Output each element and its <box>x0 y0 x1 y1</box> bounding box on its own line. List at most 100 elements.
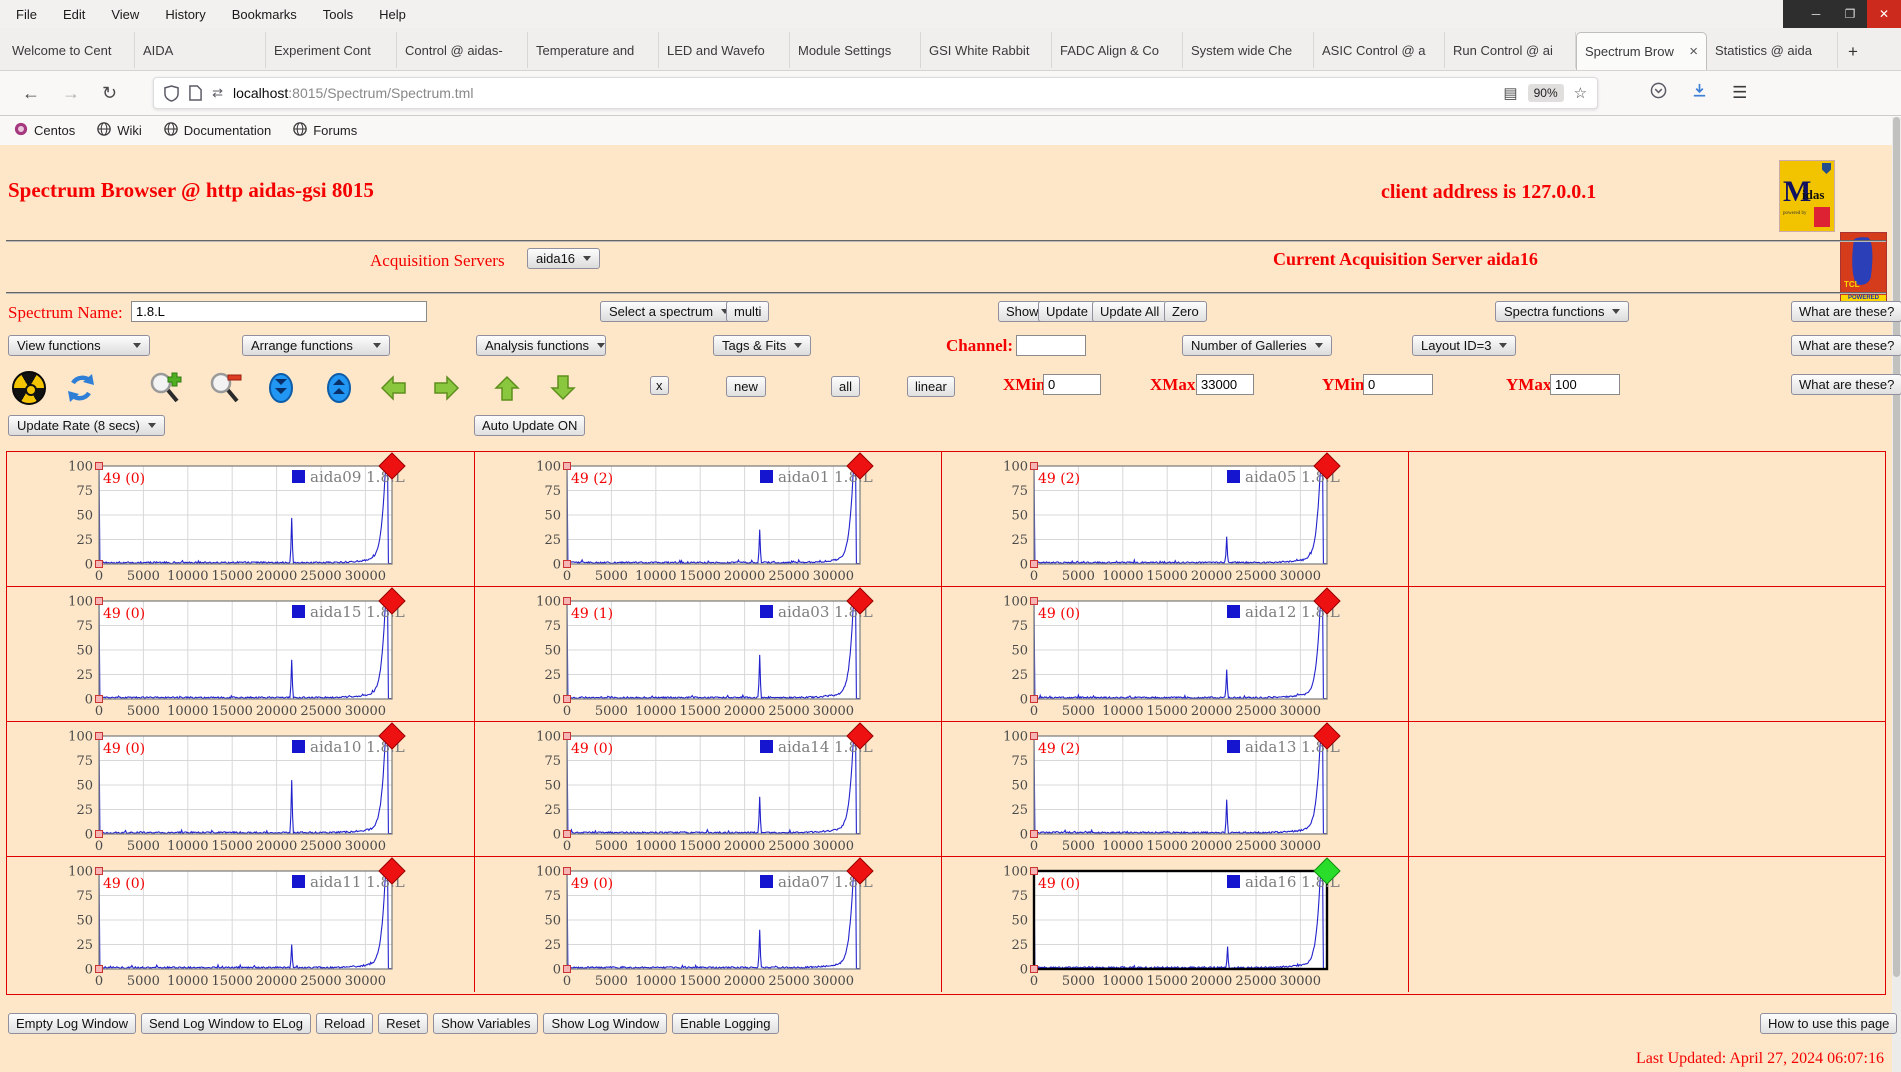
empty-log-window-button[interactable]: Empty Log Window <box>8 1013 136 1034</box>
reset-button[interactable]: Reset <box>378 1013 429 1034</box>
scrollbar[interactable] <box>1892 117 1901 1072</box>
gallery-cell-aida10[interactable]: 0 25 50 75 100 0 5000 10000 15000 20000 25000 30000… <box>7 722 475 857</box>
gallery-cell-aida16[interactable]: 0 25 50 75 100 0 5000 10000 15000 20000 25000 30000… <box>942 857 1409 992</box>
tab-asic-control-a[interactable]: ASIC Control @ a <box>1314 32 1445 68</box>
bookmark-wiki[interactable]: Wiki <box>97 122 142 139</box>
update-rate-select[interactable]: Update Rate (8 secs) <box>8 415 165 436</box>
gallery-cell-aida03[interactable]: 0 25 50 75 100 0 5000 10000 15000 20000 25000 30000… <box>475 587 942 722</box>
shield-icon[interactable] <box>164 84 179 102</box>
show-log-window-button[interactable]: Show Log Window <box>543 1013 668 1034</box>
new-tab-button[interactable]: + <box>1838 34 1868 70</box>
reload-icon[interactable]: ↻ <box>102 83 117 104</box>
menu-tools[interactable]: Tools <box>323 7 353 22</box>
tab-system-wide-che[interactable]: System wide Che <box>1183 32 1314 68</box>
gallery-cell-aida12[interactable]: 0 25 50 75 100 0 5000 10000 15000 20000 25000 30000… <box>942 587 1409 722</box>
tab-fadc-align-co[interactable]: FADC Align & Co <box>1052 32 1183 68</box>
menu-help[interactable]: Help <box>379 7 406 22</box>
auto-update-button[interactable]: Auto Update ON <box>474 415 586 436</box>
arrange-functions-select[interactable]: Arrange functions <box>242 335 390 356</box>
reload-button[interactable]: Reload <box>315 1013 374 1034</box>
permissions-icon[interactable]: ⇄ <box>212 85 223 101</box>
forward-icon[interactable]: → <box>62 83 80 104</box>
what-are-these-button[interactable]: What are these? <box>1791 374 1901 395</box>
x-button[interactable]: x <box>650 376 669 395</box>
bookmark-centos[interactable]: Centos <box>14 122 75 139</box>
xmin-input[interactable] <box>1043 374 1101 395</box>
tab-welcome-to-cent[interactable]: Welcome to Cent <box>4 32 135 68</box>
spectrum-plot-aida07[interactable]: 0 25 50 75 100 0 5000 10000 15000 20000 25000 30000… <box>475 857 931 991</box>
analysis-functions-select[interactable]: Analysis functions <box>476 335 606 356</box>
page-info-icon[interactable] <box>189 85 202 101</box>
pocket-icon[interactable] <box>1650 82 1667 104</box>
spectrum-plot-aida15[interactable]: 0 25 50 75 100 0 5000 10000 15000 20000 25000 30000… <box>7 587 463 721</box>
what-are-these-button[interactable]: What are these? <box>1791 335 1901 356</box>
tags-fits-select[interactable]: Tags & Fits <box>713 335 812 356</box>
show-variables-button[interactable]: Show Variables <box>433 1013 539 1034</box>
tab-close-icon[interactable]: × <box>1689 43 1698 60</box>
window-close-button[interactable]: ✕ <box>1867 0 1901 28</box>
window-maximize-button[interactable]: ❐ <box>1833 0 1867 28</box>
bookmark-forums[interactable]: Forums <box>293 122 357 139</box>
arrow-right-icon[interactable] <box>430 371 464 405</box>
tab-run-control-ai[interactable]: Run Control @ ai <box>1445 32 1576 68</box>
zoom-in-icon[interactable] <box>148 371 182 405</box>
new-button[interactable]: new <box>726 376 766 397</box>
gallery-cell-aida05[interactable]: 0 25 50 75 100 0 5000 10000 15000 20000 25000 30000… <box>942 452 1409 587</box>
arrow-left-icon[interactable] <box>376 371 410 405</box>
spectrum-name-input[interactable] <box>131 301 427 322</box>
reader-mode-icon[interactable]: ▤ <box>1503 84 1517 102</box>
menu-file[interactable]: File <box>16 7 37 22</box>
all-button[interactable]: all <box>831 376 861 397</box>
what-are-these-button[interactable]: What are these? <box>1791 301 1901 322</box>
tab-module-settings[interactable]: Module Settings <box>790 32 921 68</box>
how-to-use-button[interactable]: How to use this page <box>1760 1013 1898 1034</box>
spectrum-plot-aida16[interactable]: 0 25 50 75 100 0 5000 10000 15000 20000 25000 30000… <box>942 857 1398 991</box>
send-log-window-to-elog-button[interactable]: Send Log Window to ELog <box>141 1013 311 1034</box>
gallery-cell-aida13[interactable]: 0 25 50 75 100 0 5000 10000 15000 20000 25000 30000… <box>942 722 1409 857</box>
xmax-input[interactable] <box>1196 374 1254 395</box>
spectrum-plot-aida05[interactable]: 0 25 50 75 100 0 5000 10000 15000 20000 25000 30000… <box>942 452 1398 586</box>
refresh-icon[interactable] <box>64 371 98 405</box>
bookmark-star-icon[interactable]: ☆ <box>1574 84 1587 102</box>
tab-gsi-white-rabbit[interactable]: GSI White Rabbit <box>921 32 1052 68</box>
spectrum-plot-aida14[interactable]: 0 25 50 75 100 0 5000 10000 15000 20000 25000 30000… <box>475 722 931 856</box>
gallery-cell-aida15[interactable]: 0 25 50 75 100 0 5000 10000 15000 20000 25000 30000… <box>7 587 475 722</box>
gallery-cell-aida01[interactable]: 0 25 50 75 100 0 5000 10000 15000 20000 25000 30000… <box>475 452 942 587</box>
spectrum-plot-aida12[interactable]: 0 25 50 75 100 0 5000 10000 15000 20000 25000 30000… <box>942 587 1398 721</box>
update-button[interactable]: Update <box>1038 301 1096 322</box>
window-minimize-button[interactable]: ─ <box>1799 0 1833 28</box>
ymin-input[interactable] <box>1363 374 1433 395</box>
enable-logging-button[interactable]: Enable Logging <box>672 1013 779 1034</box>
gallery-cell-aida07[interactable]: 0 25 50 75 100 0 5000 10000 15000 20000 25000 30000… <box>475 857 942 992</box>
arrow-up-icon[interactable] <box>490 371 524 405</box>
menu-edit[interactable]: Edit <box>63 7 85 22</box>
channel-input[interactable] <box>1016 335 1086 356</box>
downloads-icon[interactable] <box>1691 82 1708 104</box>
spectra-functions-select[interactable]: Spectra functions <box>1495 301 1630 322</box>
compress-y-icon[interactable] <box>264 371 298 405</box>
back-icon[interactable]: ← <box>22 83 40 104</box>
acquisition-server-select[interactable]: aida16 <box>527 248 601 269</box>
gallery-cell-aida09[interactable]: 0 25 50 75 100 0 5000 10000 15000 20000 25000 30000… <box>7 452 475 587</box>
number-of-galleries-select[interactable]: Number of Galleries <box>1182 335 1332 356</box>
scrollbar-thumb[interactable] <box>1893 117 1900 977</box>
app-menu-icon[interactable]: ☰ <box>1732 83 1747 103</box>
radiation-icon[interactable] <box>12 371 46 405</box>
tab-led-and-wavefo[interactable]: LED and Wavefo <box>659 32 790 68</box>
zoom-out-icon[interactable] <box>208 371 242 405</box>
gallery-cell-aida14[interactable]: 0 25 50 75 100 0 5000 10000 15000 20000 25000 30000… <box>475 722 942 857</box>
layout-id-select[interactable]: Layout ID=3 <box>1412 335 1517 356</box>
zoom-level-badge[interactable]: 90% <box>1527 84 1564 102</box>
menu-bookmarks[interactable]: Bookmarks <box>232 7 297 22</box>
spectrum-plot-aida03[interactable]: 0 25 50 75 100 0 5000 10000 15000 20000 25000 30000… <box>475 587 931 721</box>
menu-history[interactable]: History <box>165 7 205 22</box>
bookmark-documentation[interactable]: Documentation <box>163 122 271 139</box>
spectrum-plot-aida01[interactable]: 0 25 50 75 100 0 5000 10000 15000 20000 25000 30000… <box>475 452 931 586</box>
arrow-down-icon[interactable] <box>546 371 580 405</box>
url-bar[interactable]: ⇄ localhost:8015/Spectrum/Spectrum.tml ▤… <box>153 77 1599 109</box>
select-spectrum-select[interactable]: Select a spectrum <box>600 301 739 322</box>
tab-aida[interactable]: AIDA <box>135 32 266 68</box>
update-all-button[interactable]: Update All <box>1092 301 1168 322</box>
expand-y-icon[interactable] <box>322 371 356 405</box>
tab-temperature-and[interactable]: Temperature and <box>528 32 659 68</box>
